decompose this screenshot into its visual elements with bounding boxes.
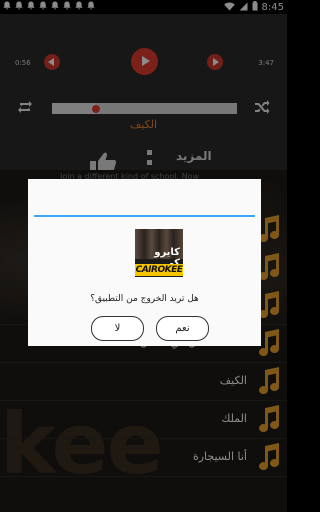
- no-button[interactable]: لا: [91, 316, 144, 341]
- yes-button[interactable]: نعم: [156, 316, 209, 341]
- album-cover: كايرو كي CAIROKEE: [135, 229, 183, 277]
- exit-dialog: كايرو كي CAIROKEE هل تريد الخروج من التط…: [28, 179, 261, 346]
- exit-question: هل تريد الخروج من التطبيق؟: [90, 294, 199, 304]
- dialog-divider: [34, 215, 255, 217]
- album-logo: CAIROKEE: [135, 264, 183, 276]
